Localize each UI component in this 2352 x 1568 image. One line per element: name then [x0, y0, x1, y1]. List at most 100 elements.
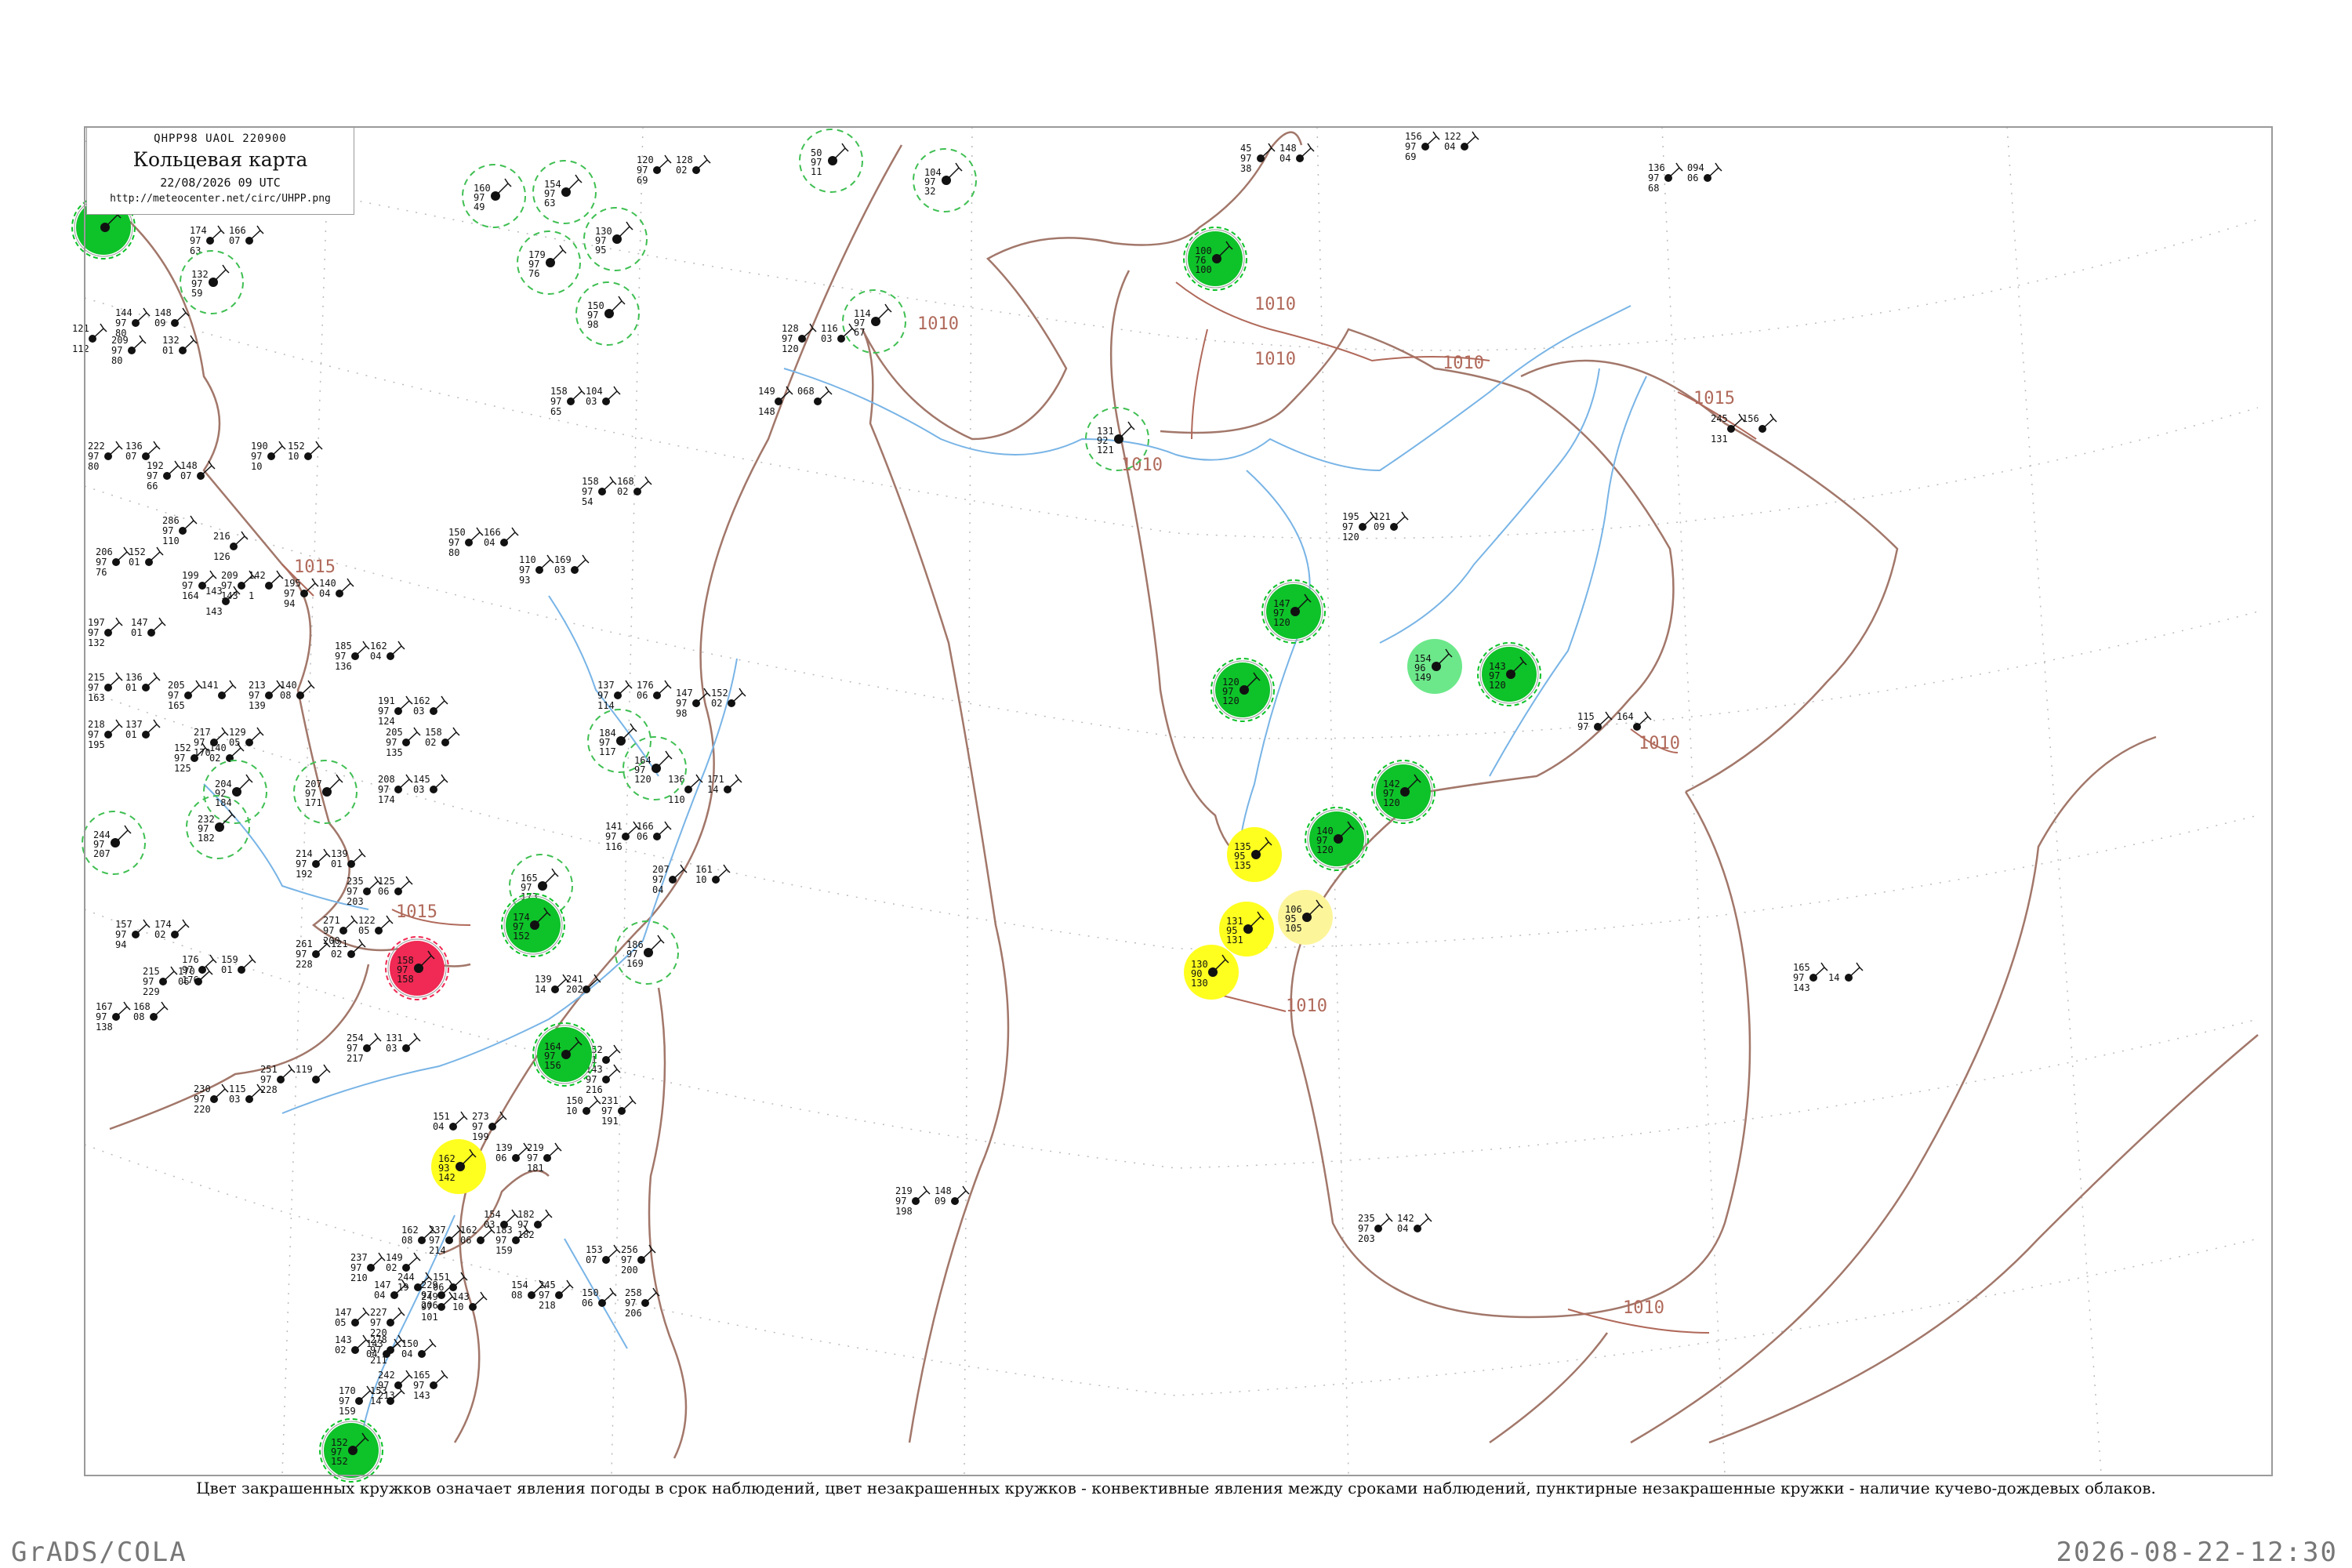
station-value-bot: 94 [284, 598, 295, 609]
station-value-mid: 06 [637, 690, 648, 701]
station-plot: 12204 [1444, 131, 1479, 152]
wind-barb [421, 1338, 437, 1355]
station-value-bot: 69 [1405, 151, 1416, 162]
station-value-mid: 97 [88, 729, 99, 740]
station-value-mid: 97 [550, 396, 561, 407]
station-value-mid: 06 [178, 976, 189, 987]
wind-barb [354, 641, 370, 657]
circled-station: 15297152 [319, 1418, 383, 1483]
station-value-top: 121 [1374, 511, 1391, 522]
station-value-bot: 76 [528, 268, 539, 279]
station-value-bot: 143 [221, 590, 238, 601]
station-plot: 14705 [335, 1307, 370, 1328]
station-value-mid: 97 [472, 1121, 483, 1132]
station-value-mid: 97 [601, 1105, 612, 1116]
wind-barb [107, 617, 123, 633]
station-value-bot: 210 [350, 1272, 368, 1283]
station-value-mid: 04 [1397, 1223, 1408, 1234]
station-plot: 14809 [935, 1185, 970, 1207]
station-plot: 1569769 [1405, 131, 1440, 162]
wind-barb [954, 1185, 970, 1202]
station-plot: 16597143 [1793, 962, 1828, 993]
wind-barb [605, 1244, 621, 1261]
station-value-mid: 97 [637, 165, 648, 176]
wind-barb [946, 162, 963, 181]
station-value-mid: 06 [582, 1298, 593, 1308]
station-value-top: 214 [296, 848, 313, 859]
isobar-label: 1010 [1121, 456, 1163, 475]
station-value-top: 209 [221, 570, 238, 581]
station-value-bot: 131 [1711, 434, 1728, 445]
station-value-mid: 06 [495, 1152, 506, 1163]
circled-station: 13090130 [1184, 945, 1239, 1000]
coastlines [109, 131, 2259, 1459]
station-value-mid: 09 [154, 318, 165, 328]
wind-barb [148, 546, 164, 563]
station-value-mid: 01 [129, 557, 140, 568]
station-plot: 12905 [229, 727, 264, 748]
wind-barb [503, 527, 519, 543]
wind-barb [1393, 511, 1409, 528]
station-value-mid: 14 [1828, 972, 1839, 983]
station-value-mid: 97 [1405, 141, 1416, 152]
station-value-mid: 10 [566, 1105, 577, 1116]
station-plot: 16203 [413, 695, 448, 717]
station-value-bot: 159 [339, 1406, 356, 1417]
station-value-top: 182 [517, 1209, 535, 1220]
station-value-top: 168 [133, 1001, 151, 1012]
station-value-bot: 10 [251, 461, 262, 472]
station-value-top: 256 [621, 1244, 638, 1255]
wind-barb [145, 719, 161, 735]
station-plot: 2229780 [88, 441, 123, 472]
station-value-bot: 195 [88, 739, 105, 750]
legend-caption: Цвет закрашенных кружков означает явлени… [196, 1479, 2156, 1497]
station-value-top: 157 [115, 919, 132, 930]
station-value-bot: 149 [1414, 672, 1432, 683]
station-plot: 14197116 [605, 821, 641, 852]
station-plot: 16797138 [96, 1001, 131, 1033]
station-value-bot: 54 [582, 496, 593, 507]
wind-barb [1118, 421, 1135, 440]
station-value-mid: 97 [347, 886, 358, 897]
isobar-label: 1010 [1254, 350, 1296, 369]
station-value-mid: 97 [296, 949, 307, 960]
station-value-mid: 97 [96, 1011, 107, 1022]
station-plot: 12802 [676, 154, 711, 176]
wind-barb [213, 727, 229, 743]
station-plot: 2069776 [96, 546, 131, 578]
station-value-mid: 97 [378, 706, 389, 717]
wind-barb [656, 680, 672, 696]
station-value-top: 142 [1397, 1213, 1414, 1224]
station-value-bot: 120 [782, 343, 799, 354]
station-value-top: 151 [433, 1111, 450, 1122]
station-value-bot: 04 [652, 884, 663, 895]
station-value-top: 219 [527, 1142, 544, 1153]
wind-barb [397, 876, 413, 892]
station-value-mid: 97 [168, 690, 179, 701]
station-value-bot: 117 [599, 746, 616, 757]
station-plot: 14002 [209, 742, 245, 764]
station-value-top: 150 [448, 527, 466, 538]
station-plot: 12205 [358, 915, 394, 936]
station-plot: 21997198 [895, 1185, 931, 1217]
station-value-bot: 1 [249, 590, 254, 601]
station-plot: 16597143 [413, 1370, 448, 1401]
wind-barb [354, 1307, 370, 1323]
circled-station: 1609749 [462, 164, 526, 228]
station-plot: 13906 [495, 1142, 531, 1163]
station-plot: 142 1 [249, 570, 284, 601]
station-value-bot: 80 [111, 355, 122, 366]
station-plot: 25197228 [260, 1064, 296, 1095]
station-value-mid: 06 [637, 831, 648, 842]
station-value-top: 245 [1711, 413, 1728, 424]
wind-barb [151, 617, 166, 633]
station-value-top: 143 [452, 1291, 470, 1302]
wind-barb [1707, 162, 1722, 179]
station-value-bot: 112 [72, 343, 89, 354]
station-plot: 17606 [637, 680, 672, 701]
station-plot: 15004 [401, 1338, 437, 1359]
wind-barb [695, 154, 711, 171]
circled-station: 24497207 [82, 811, 146, 875]
software-credit: GrADS/COLA [11, 1537, 187, 1568]
station-value-top: 148 [154, 307, 172, 318]
